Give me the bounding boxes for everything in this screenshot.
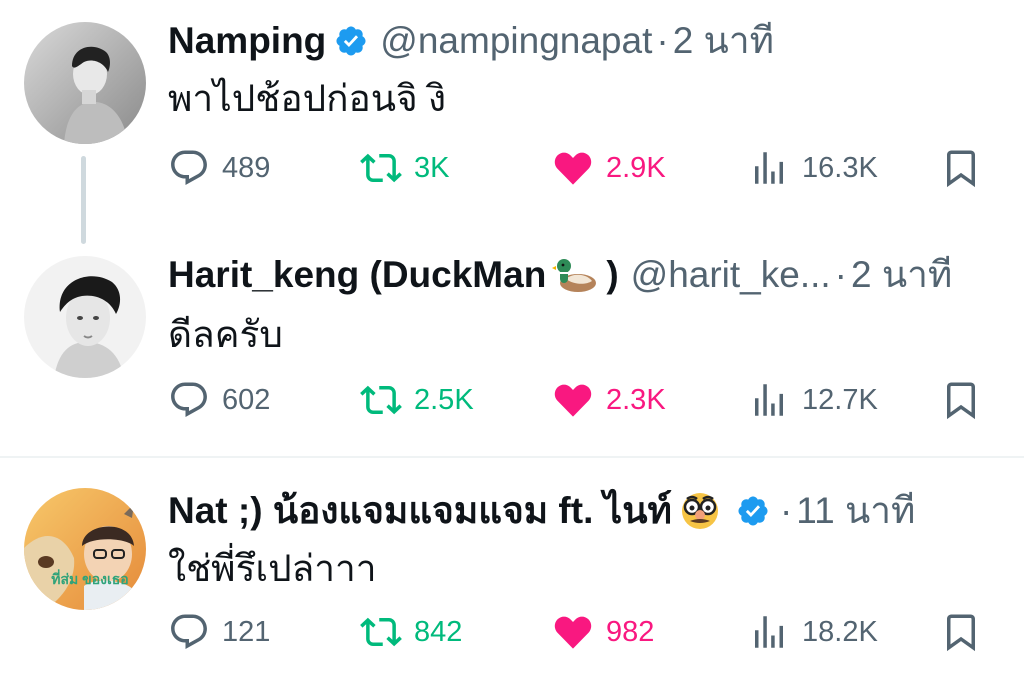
- timestamp[interactable]: 2 นาที: [673, 16, 774, 66]
- reply-icon: [171, 382, 207, 417]
- like-count: 2.3K: [606, 383, 666, 416]
- bookmark-icon: [947, 614, 975, 652]
- like-button[interactable]: 982: [552, 610, 654, 654]
- like-count: 2.9K: [606, 151, 666, 184]
- retweet-button[interactable]: 2.5K: [360, 378, 474, 422]
- reply-count: 121: [222, 615, 271, 648]
- like-button[interactable]: 2.3K: [552, 378, 666, 422]
- timestamp[interactable]: 2 นาที: [851, 250, 952, 300]
- views-count: 12.7K: [802, 383, 878, 416]
- tweet-text: ใช่พี่รึเปล่าาา: [168, 548, 377, 589]
- tweet-text: พาไปช้อปก่อนจิ งิ: [168, 78, 447, 119]
- views-icon: [755, 384, 783, 416]
- handle[interactable]: @harit_ke...: [631, 250, 831, 300]
- views-icon: [755, 152, 783, 184]
- separator-dot: ·: [656, 20, 669, 61]
- reply-count: 489: [222, 151, 271, 184]
- tweet-text: ดีลครับ: [168, 314, 283, 355]
- like-count: 982: [606, 615, 655, 648]
- separator-dot: ·: [834, 254, 847, 295]
- verified-badge-icon[interactable]: [334, 24, 368, 58]
- reply-icon: [171, 150, 207, 185]
- views-button[interactable]: 18.2K: [748, 610, 878, 654]
- reply-button[interactable]: 602: [168, 378, 270, 422]
- retweet-button[interactable]: 3K: [360, 146, 449, 190]
- retweet-count: 3K: [414, 151, 450, 184]
- views-button[interactable]: 12.7K: [748, 378, 878, 422]
- display-name-end: ): [606, 254, 619, 295]
- handle[interactable]: @nampingnapat: [380, 16, 652, 66]
- avatar[interactable]: [24, 256, 146, 378]
- reply-button[interactable]: 121: [168, 610, 270, 654]
- views-count: 18.2K: [802, 615, 878, 648]
- disguised-face-emoji: [678, 491, 722, 531]
- tweet-2[interactable]: Harit_keng (DuckMan ) @harit_ke... · 2 น…: [0, 230, 1024, 456]
- tweet-1[interactable]: Namping @nampingnapat · 2 นาที พาไปช้อปก…: [0, 0, 1024, 244]
- retweet-count: 842: [414, 615, 463, 648]
- bookmark-button[interactable]: [940, 610, 982, 654]
- display-name[interactable]: Namping: [168, 16, 326, 66]
- tweet-3[interactable]: ที่ส่ม ของเธอ Nat ;) น้องแจมแจมแจม ft. ไ…: [0, 458, 1024, 686]
- bookmark-button[interactable]: [940, 146, 982, 190]
- reply-button[interactable]: 489: [168, 146, 270, 190]
- bookmark-button[interactable]: [940, 378, 982, 422]
- display-name[interactable]: Harit_keng (DuckMan: [168, 250, 546, 300]
- views-button[interactable]: 16.3K: [748, 146, 878, 190]
- verified-badge-icon[interactable]: [736, 494, 770, 528]
- like-button[interactable]: 2.9K: [552, 146, 666, 190]
- heart-icon: [554, 616, 592, 649]
- retweet-count: 2.5K: [414, 383, 474, 416]
- reply-count: 602: [222, 383, 271, 416]
- reply-icon: [171, 614, 207, 649]
- retweet-icon: [360, 385, 402, 415]
- avatar[interactable]: ที่ส่ม ของเธอ: [24, 488, 146, 610]
- avatar[interactable]: [24, 22, 146, 144]
- views-icon: [755, 616, 783, 648]
- bookmark-icon: [947, 382, 975, 420]
- retweet-button[interactable]: 842: [360, 610, 462, 654]
- heart-icon: [554, 384, 592, 417]
- retweet-icon: [360, 617, 402, 647]
- separator-dot: ·: [779, 490, 793, 531]
- avatar-caption: ที่ส่ม ของเธอ: [51, 569, 128, 587]
- display-name[interactable]: Nat ;) น้องแจมแจมแจม ft. ไนท์: [168, 486, 672, 536]
- duck-emoji: [552, 255, 600, 295]
- tweet-header: Nat ;) น้องแจมแจมแจม ft. ไนท์ · 11 นาที: [168, 486, 915, 536]
- views-count: 16.3K: [802, 151, 878, 184]
- retweet-icon: [360, 153, 402, 183]
- tweet-header: Harit_keng (DuckMan ) @harit_ke... · 2 น…: [168, 250, 952, 300]
- tweet-header: Namping @nampingnapat · 2 นาที: [168, 16, 774, 66]
- timestamp[interactable]: 11 นาที: [796, 486, 915, 536]
- heart-icon: [554, 152, 592, 185]
- bookmark-icon: [947, 150, 975, 188]
